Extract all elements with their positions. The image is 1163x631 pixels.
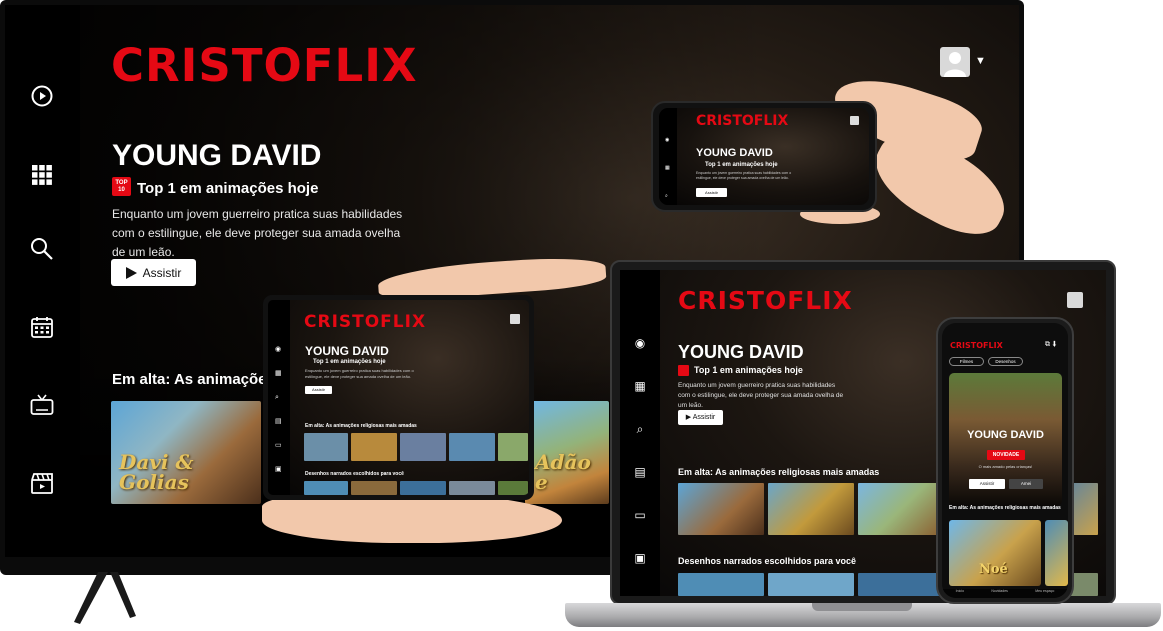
tablet-sidebar-icons: ◉ ▦ ⌕ ▤ ▭ ▣ [275, 346, 282, 473]
hero-description: Enquanto um jovem guerreiro pratica suas… [696, 171, 792, 180]
brand-logo[interactable]: CRISTOFLIX [696, 113, 788, 129]
hero-description: Enquanto um jovem guerreiro pratica suas… [305, 368, 414, 379]
thumbnail-title: Davi & Golias [119, 450, 194, 494]
feature-card[interactable]: YOUNG DAVID NOVIDADE O mais amado pelas … [949, 373, 1062, 506]
thumbnail-row [304, 433, 528, 461]
poster-title: Noé [979, 562, 1008, 577]
play-button[interactable]: Assistir [111, 259, 196, 286]
chip-desenhos[interactable]: Desenhos [988, 357, 1023, 366]
top10-badge [678, 365, 689, 376]
play-button[interactable]: Assistir [969, 479, 1005, 489]
poster-card[interactable] [1045, 520, 1068, 586]
play-icon[interactable] [29, 83, 55, 109]
avatar[interactable] [940, 47, 970, 77]
thumbnail-card[interactable]: Davi & Golias [111, 401, 261, 504]
tablet-screen: ◉ ▦ ⌕ ▤ ▭ ▣ CRISTOFLIX YOUNG DAVID Top 1 em a… [268, 300, 529, 495]
play-button[interactable]: Assistir [696, 188, 727, 197]
chip-filmes[interactable]: Filmes [949, 357, 984, 366]
phone-landscape-device: ◉ ▦ ⌕ CRISTOFLIX YOUNG DAVID Top 1 em anim… [651, 101, 877, 212]
play-label: Assistir [142, 265, 182, 280]
laptop-notch [812, 603, 912, 611]
row-title: Desenhos narrados escolhidos para você [678, 556, 857, 566]
feature-title: YOUNG DAVID [967, 429, 1044, 441]
avatar[interactable] [1067, 292, 1083, 308]
hero-description: Enquanto um jovem guerreiro pratica suas… [112, 207, 403, 259]
hero-rank: Top 1 em animações hoje [313, 359, 386, 365]
nav-meu-espaco[interactable]: Meu espaço [1035, 589, 1054, 598]
thumbnail-row [304, 481, 528, 495]
laptop-sidebar-icons: ◉ ▦ ⌕ ▤ ▭ ▣ [634, 336, 646, 565]
row-title: Em alta: As animações [112, 371, 275, 388]
hero-title: YOUNG DAVID [678, 342, 804, 362]
chevron-down-icon[interactable]: ▼ [975, 55, 986, 67]
row-title: Em alta: As animações religiosas mais am… [678, 467, 880, 477]
bottom-nav: Início Novidades Meu espaço [942, 589, 1068, 598]
brand-logo[interactable]: CRISTOFLIX [678, 286, 853, 315]
sidebar [5, 5, 80, 557]
tablet-device: ◉ ▦ ⌕ ▤ ▭ ▣ CRISTOFLIX YOUNG DAVID Top 1 em a… [263, 295, 534, 500]
novelty-badge: NOVIDADE [987, 450, 1025, 460]
hero-rank: Top 1 em animações hoje [694, 365, 803, 375]
hero-rank: Top 1 em animações hoje [705, 162, 778, 168]
grid-icon[interactable] [29, 162, 55, 188]
nav-inicio[interactable]: Início [956, 589, 964, 598]
phone-screen: CRISTOFLIX ⧉ ⬇ Filmes Desenhos YOUNG DAV… [942, 323, 1068, 598]
phone-landscape-screen: ◉ ▦ ⌕ CRISTOFLIX YOUNG DAVID Top 1 em anim… [659, 108, 869, 205]
row-title: Desenhos narrados escolhidos para você [305, 471, 404, 477]
search-icon[interactable] [29, 236, 55, 262]
cast-icon[interactable]: ⧉ ⬇ [1045, 341, 1056, 349]
row-title: Em alta: As animações religiosas mais am… [305, 423, 417, 429]
brand-logo[interactable]: CRISTOFLIX [950, 341, 1003, 350]
thumbnail-card[interactable]: Adão e [525, 401, 609, 504]
tv-stand [74, 572, 136, 624]
clapperboard-icon[interactable] [29, 470, 55, 496]
nav-novidades[interactable]: Novidades [991, 589, 1008, 598]
play-icon [125, 266, 137, 279]
play-label: Assistir [692, 414, 716, 421]
avatar[interactable] [510, 314, 520, 324]
hero-title: YOUNG DAVID [696, 147, 773, 159]
calendar-icon[interactable] [29, 314, 55, 340]
like-button[interactable]: Amei [1009, 479, 1043, 489]
phone-portrait-device: CRISTOFLIX ⧉ ⬇ Filmes Desenhos YOUNG DAV… [936, 317, 1074, 604]
hand-bottom [262, 493, 562, 543]
phone-sidebar-icons: ◉ ▦ ⌕ [665, 137, 670, 199]
feature-tagline: O mais amado pelas crianças! [978, 464, 1033, 469]
brand-logo[interactable]: CRISTOFLIX [111, 39, 418, 92]
hero-rank: Top 1 em animações hoje [137, 180, 319, 197]
play-button[interactable]: ▶ Assistir [678, 410, 723, 425]
hero-title: YOUNG DAVID [112, 139, 322, 172]
brand-logo[interactable]: CRISTOFLIX [304, 312, 426, 332]
poster-card[interactable]: Noé [949, 520, 1041, 586]
top10-badge: TOP 10 [112, 177, 131, 196]
tv-icon[interactable] [29, 392, 55, 418]
hero-description: Enquanto um jovem guerreiro pratica suas… [678, 382, 844, 409]
hero-title: YOUNG DAVID [305, 344, 389, 358]
avatar[interactable] [850, 116, 859, 125]
thumbnail-title: Adão e [535, 450, 591, 494]
row-title: Em alta: As animações religiosas mais am… [949, 505, 1061, 511]
play-button[interactable]: Assistir [305, 386, 332, 394]
